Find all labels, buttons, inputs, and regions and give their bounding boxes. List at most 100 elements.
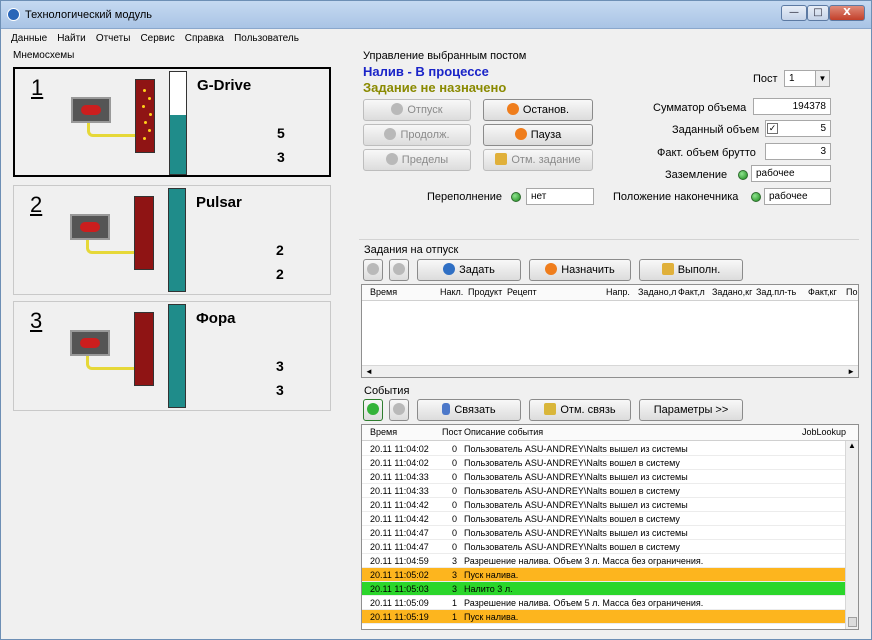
title-bar[interactable]: Технологический модуль — □ X: [1, 1, 871, 29]
set-task-button[interactable]: Задать: [417, 259, 521, 281]
set-volume-label: Заданный объем: [672, 124, 760, 136]
event-post: 0: [452, 542, 458, 552]
event-row[interactable]: 20.11 11:05:03 3 Налито 3 л.: [362, 582, 858, 596]
tasks-down-button[interactable]: [389, 259, 409, 281]
execute-task-label: Выполн.: [677, 264, 721, 276]
event-desc: Пользователь ASU-ANDREY\Nalts вышел из с…: [464, 528, 688, 538]
stop-button[interactable]: Останов.: [483, 99, 593, 121]
hose-icon: [86, 356, 136, 370]
cancel-task-button[interactable]: Отм. задание: [483, 149, 593, 171]
event-post: 0: [452, 444, 458, 454]
cancel-task-icon: [495, 153, 508, 165]
minimize-button[interactable]: —: [781, 5, 807, 21]
set-value: 2: [276, 242, 284, 258]
params-button[interactable]: Параметры >>: [639, 399, 743, 421]
arrow-up-icon: ▲: [848, 441, 856, 450]
release-label: Отпуск: [407, 104, 443, 116]
col-set-l[interactable]: Задано,л: [638, 287, 676, 297]
maximize-button[interactable]: □: [807, 5, 829, 21]
event-row[interactable]: 20.11 11:05:02 3 Пуск налива.: [362, 568, 858, 582]
event-post: 3: [452, 584, 458, 594]
mnemo-post-2[interactable]: 2 Pulsar 2 2: [13, 185, 331, 295]
limits-button[interactable]: Пределы: [363, 149, 471, 171]
fact-volume-label: Факт. объем брутто: [657, 147, 756, 159]
tasks-table[interactable]: Время Накл. Продукт Рецепт Напр. Задано,…: [361, 284, 859, 378]
events-down-button[interactable]: [389, 399, 409, 421]
col-density[interactable]: Зад.пл-ть: [756, 287, 796, 297]
continue-button[interactable]: Продолж.: [363, 124, 471, 146]
menu-find[interactable]: Найти: [57, 33, 86, 44]
event-post: 0: [452, 458, 458, 468]
scroll-thumb[interactable]: [848, 617, 857, 627]
col-waybill[interactable]: Накл.: [440, 287, 463, 297]
events-up-button[interactable]: [363, 399, 383, 421]
col-direction[interactable]: Напр.: [606, 287, 630, 297]
tasks-hscroll[interactable]: ◄ ►: [362, 365, 858, 377]
execute-task-button[interactable]: Выполн.: [639, 259, 743, 281]
col-event-post[interactable]: Пост: [442, 427, 462, 437]
assign-task-button[interactable]: Назначить: [529, 259, 631, 281]
event-post: 0: [452, 500, 458, 510]
col-fact-kg[interactable]: Факт,кг: [808, 287, 837, 297]
menu-bar: Данные Найти Отчеты Сервис Справка Польз…: [11, 32, 306, 46]
level-fill: [170, 114, 186, 174]
col-fact-l[interactable]: Факт,л: [678, 287, 705, 297]
col-job-lookup[interactable]: JobLookup: [802, 427, 846, 437]
mnemo-post-1[interactable]: 1 G-Drive 5 3: [13, 67, 331, 177]
col-event-time[interactable]: Время: [370, 427, 397, 437]
col-product[interactable]: Продукт: [468, 287, 502, 297]
post-name: G-Drive: [197, 77, 252, 94]
mnemo-post-3[interactable]: 3 Фора 3 3: [13, 301, 331, 411]
close-button[interactable]: X: [829, 5, 865, 21]
menu-help[interactable]: Справка: [185, 33, 224, 44]
unlink-icon: [544, 403, 557, 415]
cancel-task-label: Отм. задание: [511, 154, 581, 166]
ground-field: рабочее: [751, 165, 831, 182]
event-row[interactable]: 20.11 11:04:47 0 Пользователь ASU-ANDREY\N…: [362, 526, 858, 540]
link-button[interactable]: Связать: [417, 399, 521, 421]
arrow-left-icon: ◄: [365, 367, 373, 376]
event-desc: Пуск налива.: [464, 570, 519, 580]
menu-reports[interactable]: Отчеты: [96, 33, 131, 44]
events-header: Время Пост Описание события JobLookup: [362, 425, 858, 441]
post-select[interactable]: 1 ▼: [784, 70, 830, 87]
event-time: 20.11 11:04:42: [370, 514, 429, 524]
event-row[interactable]: 20.11 11:04:42 0 Пользователь ASU-ANDREY\N…: [362, 512, 858, 526]
event-row[interactable]: 20.11 11:04:33 0 Пользователь ASU-ANDREY\N…: [362, 470, 858, 484]
set-volume-checkbox[interactable]: ✓: [767, 123, 778, 134]
events-vscroll[interactable]: ▲: [845, 441, 858, 629]
fact-value: 3: [276, 382, 284, 398]
event-row[interactable]: 20.11 11:04:02 0 Пользователь ASU-ANDREY\N…: [362, 442, 858, 456]
col-time[interactable]: Время: [370, 287, 397, 297]
event-row[interactable]: 20.11 11:04:47 0 Пользователь ASU-ANDREY\N…: [362, 540, 858, 554]
col-post[interactable]: Пор: [846, 287, 858, 297]
event-row[interactable]: 20.11 11:04:42 0 Пользователь ASU-ANDREY\N…: [362, 498, 858, 512]
release-button[interactable]: Отпуск: [363, 99, 471, 121]
menu-user[interactable]: Пользователь: [234, 33, 299, 44]
event-row[interactable]: 20.11 11:05:09 1 Разрешение налива. Объем …: [362, 596, 858, 610]
event-row[interactable]: 20.11 11:04:59 3 Разрешение налива. Объем …: [362, 554, 858, 568]
level-fill: [169, 305, 185, 407]
event-desc: Пользователь ASU-ANDREY\Nalts вошел в си…: [464, 542, 680, 552]
event-time: 20.11 11:04:47: [370, 542, 429, 552]
event-desc: Пуск налива.: [464, 612, 519, 622]
events-table[interactable]: Время Пост Описание события JobLookup 20…: [361, 424, 859, 630]
arrow-up-icon: [367, 403, 379, 415]
unlink-button[interactable]: Отм. связь: [529, 399, 631, 421]
nozzle-indicator: [751, 192, 761, 202]
menu-data[interactable]: Данные: [11, 33, 47, 44]
event-row[interactable]: 20.11 11:04:33 0 Пользователь ASU-ANDREY\N…: [362, 484, 858, 498]
col-set-kg[interactable]: Задано,кг: [712, 287, 752, 297]
event-row[interactable]: 20.11 11:04:02 0 Пользователь ASU-ANDREY\N…: [362, 456, 858, 470]
col-recipe[interactable]: Рецепт: [507, 287, 537, 297]
menu-service[interactable]: Сервис: [140, 33, 174, 44]
hose-icon: [87, 123, 137, 137]
tasks-up-button[interactable]: [363, 259, 383, 281]
event-time: 20.11 11:04:59: [370, 556, 429, 566]
event-row[interactable]: 20.11 11:05:19 1 Пуск налива.: [362, 610, 858, 624]
pause-button[interactable]: Пауза: [483, 124, 593, 146]
col-event-desc[interactable]: Описание события: [464, 427, 543, 437]
post-label: Пост: [753, 73, 778, 85]
post-select-value: 1: [789, 73, 795, 84]
post-number: 2: [30, 192, 43, 217]
